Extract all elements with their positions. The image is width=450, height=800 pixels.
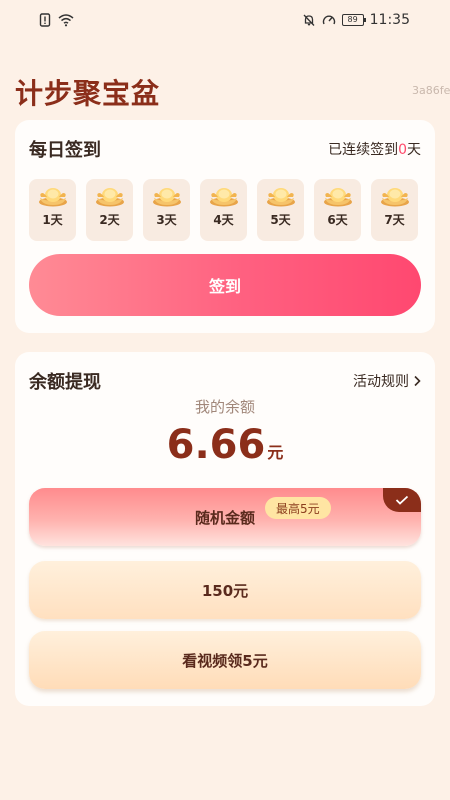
- day-label: 2天: [99, 213, 120, 227]
- streak-days: 0: [398, 142, 407, 158]
- option-random-label: 随机金额: [194, 508, 255, 527]
- max-amount-badge: 最高5元: [265, 497, 331, 519]
- status-bar: 89 11:35: [0, 0, 450, 40]
- balance-unit: 元: [267, 443, 284, 462]
- battery-indicator: 89: [341, 14, 366, 26]
- streak-text: 已连续签到0天: [328, 139, 421, 159]
- checkin-button[interactable]: 签到: [29, 254, 421, 316]
- day-item-7: 7天: [371, 179, 418, 241]
- status-left: [38, 13, 74, 27]
- status-right: 89 11:35: [302, 12, 410, 28]
- day-label: 1天: [42, 213, 63, 227]
- wifi-icon: [58, 13, 74, 27]
- streak-suffix: 天: [407, 142, 421, 158]
- checkin-header: 每日签到 已连续签到0天: [29, 136, 421, 162]
- day-label: 6天: [327, 213, 348, 227]
- withdraw-card: 余额提现 活动规则 我的余额 6.66 元 随机金额 最高5元 150元 看视频领…: [15, 352, 435, 706]
- checkin-card: 每日签到 已连续签到0天 1天 2天 3天 4天 5天 6天 7天 签到: [15, 120, 435, 333]
- selected-check-icon: [383, 488, 421, 512]
- version-tag: 3a86fe: [412, 84, 450, 97]
- speed-icon: [322, 13, 336, 27]
- page-title: 计步聚宝盆: [15, 77, 161, 110]
- option-watch-video[interactable]: 看视频领5元: [29, 631, 421, 689]
- streak-prefix: 已连续签到: [328, 142, 399, 158]
- clock: 11:35: [369, 12, 410, 28]
- gold-ingot-icon: [380, 188, 409, 207]
- gold-ingot-icon: [323, 188, 352, 207]
- balance-amount: 6.66: [166, 422, 266, 468]
- balance-row: 6.66 元: [15, 422, 435, 468]
- gold-ingot-icon: [38, 188, 67, 207]
- day-label: 5天: [270, 213, 291, 227]
- day-item-4: 4天: [200, 179, 247, 241]
- day-label: 3天: [156, 213, 177, 227]
- withdraw-title: 余额提现: [29, 372, 101, 393]
- checkin-title: 每日签到: [29, 140, 101, 161]
- option-random-amount[interactable]: 随机金额 最高5元: [29, 488, 421, 546]
- day-list: 1天 2天 3天 4天 5天 6天 7天: [29, 179, 418, 241]
- gold-ingot-icon: [152, 188, 181, 207]
- gold-ingot-icon: [209, 188, 238, 207]
- day-item-3: 3天: [143, 179, 190, 241]
- balance-label: 我的余额: [194, 398, 255, 416]
- rules-label: 活动规则: [353, 374, 409, 390]
- option-video-label: 看视频领5元: [182, 651, 268, 670]
- sim-alert-icon: [38, 13, 52, 27]
- rules-link[interactable]: 活动规则: [353, 371, 421, 391]
- day-item-5: 5天: [257, 179, 304, 241]
- day-item-1: 1天: [29, 179, 76, 241]
- chevron-right-icon: [414, 375, 421, 387]
- withdraw-header: 余额提现 活动规则: [29, 368, 421, 394]
- option-150[interactable]: 150元: [29, 561, 421, 619]
- day-item-6: 6天: [314, 179, 361, 241]
- gold-ingot-icon: [95, 188, 124, 207]
- mute-bell-icon: [302, 13, 316, 27]
- day-item-2: 2天: [86, 179, 133, 241]
- option-150-label: 150元: [201, 581, 249, 600]
- day-label: 4天: [213, 213, 234, 227]
- day-label: 7天: [384, 213, 405, 227]
- gold-ingot-icon: [266, 188, 295, 207]
